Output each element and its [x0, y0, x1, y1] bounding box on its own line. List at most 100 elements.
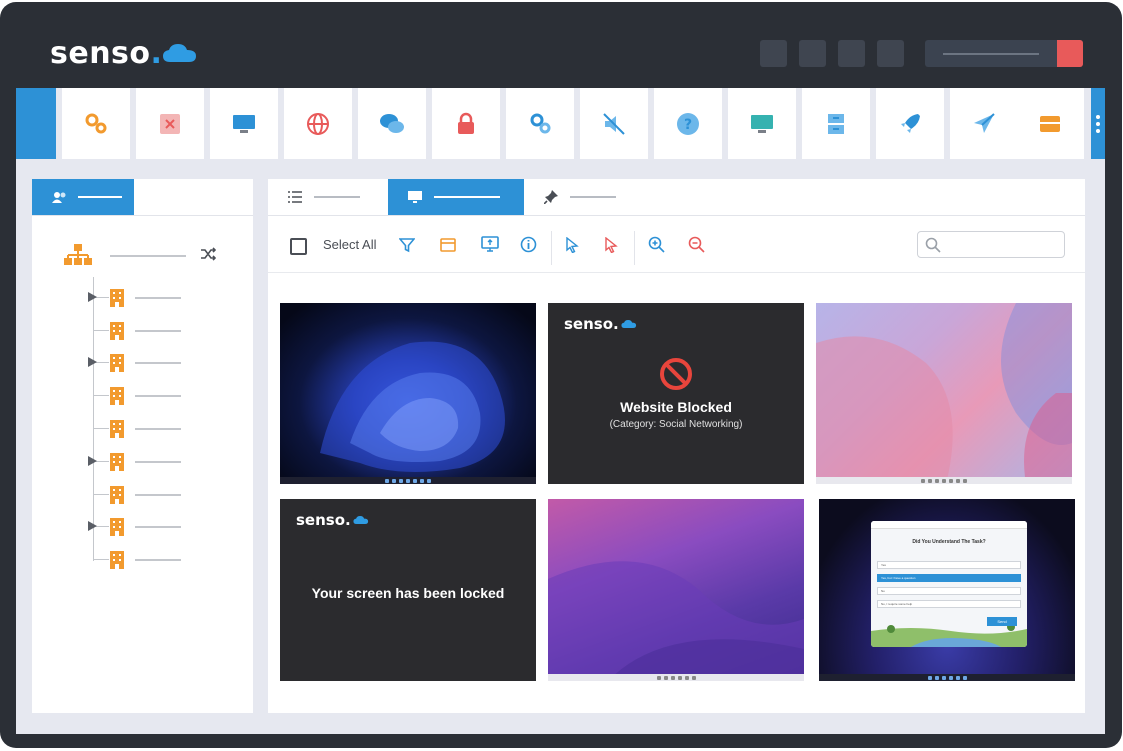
student-screen-thumbnail[interactable]	[816, 303, 1072, 484]
blocked-subtitle: (Category: Social Networking)	[609, 419, 743, 430]
wallpaper-waves	[816, 303, 1072, 484]
tree-item[interactable]	[93, 419, 223, 439]
tool-card[interactable]	[1016, 88, 1084, 159]
tool-chat[interactable]	[358, 88, 426, 159]
header-user-placeholder	[943, 53, 1039, 55]
tree-item[interactable]	[93, 550, 223, 570]
expand-arrow-icon[interactable]	[88, 292, 97, 302]
filter-icon[interactable]	[399, 237, 415, 253]
group-tree-panel	[32, 179, 253, 713]
gears-icon	[85, 113, 107, 133]
root-label	[110, 255, 186, 257]
close-square-icon	[160, 113, 180, 134]
tool-web[interactable]	[284, 88, 352, 159]
quiz-option: No, I require some help	[877, 600, 1021, 608]
zoom-out-icon[interactable]	[688, 236, 705, 253]
header-button-2[interactable]	[799, 40, 826, 67]
taskbar	[816, 477, 1072, 484]
tool-mute[interactable]	[580, 88, 648, 159]
building-icon	[110, 551, 124, 569]
thumb-logo: senso.	[564, 315, 637, 333]
tool-rocket[interactable]	[876, 88, 944, 159]
pin-icon	[544, 190, 558, 204]
dialog-titlebar	[871, 521, 1027, 529]
users-icon	[52, 192, 66, 203]
cursor-red-icon[interactable]	[604, 237, 618, 253]
header-button-1[interactable]	[760, 40, 787, 67]
quiz-screen-thumbnail[interactable]: Did You Understand The Task? Yes Yes, bu…	[819, 499, 1075, 681]
tool-send[interactable]	[950, 88, 1018, 159]
tree-item[interactable]	[93, 386, 223, 406]
tree-item[interactable]	[88, 288, 223, 308]
search-icon	[925, 237, 941, 253]
settings-icon	[530, 113, 551, 133]
toolbar-separator	[634, 231, 635, 265]
card-icon	[1040, 115, 1060, 132]
quiz-option: Yes, but I have a question	[877, 574, 1021, 582]
globe-icon	[307, 112, 329, 135]
shuffle-icon[interactable]	[200, 247, 216, 261]
header-button-4[interactable]	[877, 40, 904, 67]
building-icon	[110, 420, 124, 438]
select-all-label[interactable]: Select All	[323, 237, 376, 252]
tree-item[interactable]	[88, 353, 223, 373]
expand-arrow-icon[interactable]	[88, 357, 97, 367]
help-icon: ?	[677, 112, 699, 135]
expand-arrow-icon[interactable]	[88, 456, 97, 466]
tab-list-view[interactable]	[268, 179, 388, 215]
student-screen-thumbnail[interactable]	[280, 303, 536, 484]
tree-item[interactable]	[93, 321, 223, 341]
toolbar-divider	[268, 272, 1085, 273]
tool-screen[interactable]	[728, 88, 796, 159]
student-screen-thumbnail[interactable]	[548, 499, 804, 681]
logo-text: senso	[50, 35, 151, 71]
tool-help[interactable]: ?	[654, 88, 722, 159]
tool-gears[interactable]	[62, 88, 130, 159]
select-all-checkbox[interactable]	[290, 231, 307, 261]
search-input[interactable]	[917, 231, 1065, 258]
blocked-icon	[660, 358, 692, 390]
screen-share-icon[interactable]	[481, 236, 499, 253]
header-button-3[interactable]	[838, 40, 865, 67]
tab-thumbnail-view[interactable]	[388, 179, 524, 215]
taskbar	[819, 674, 1075, 681]
tree-item[interactable]	[93, 485, 223, 505]
svg-text:?: ?	[684, 117, 692, 133]
cloud-icon	[353, 516, 368, 524]
tab-tools[interactable]	[524, 179, 644, 215]
blocked-screen-thumbnail[interactable]: senso. Website Blocked (Category: Social…	[548, 303, 804, 484]
logout-button[interactable]	[1057, 40, 1083, 67]
taskbar	[280, 477, 536, 484]
monitor-icon	[233, 114, 255, 133]
tree-item[interactable]	[88, 452, 223, 472]
mute-icon	[603, 112, 625, 135]
senso-logo: senso.	[50, 35, 198, 71]
zoom-in-icon[interactable]	[648, 236, 665, 253]
tree-item[interactable]	[88, 517, 223, 537]
header-user-bar[interactable]	[925, 40, 1083, 67]
device-frame: senso. ? Select All senso. Website Block…	[0, 0, 1123, 751]
tool-close[interactable]	[136, 88, 204, 159]
ribbon-more-button[interactable]	[1091, 88, 1105, 159]
info-icon[interactable]	[520, 236, 537, 253]
tab-list-label	[314, 196, 360, 198]
locked-screen-thumbnail[interactable]: senso. Your screen has been locked	[280, 499, 536, 681]
cloud-icon	[162, 44, 196, 62]
monitor-icon	[408, 191, 422, 203]
cursor-blue-icon[interactable]	[565, 237, 579, 253]
quiz-option: No	[877, 587, 1021, 595]
browser-window-icon[interactable]	[440, 237, 456, 253]
cloud-icon	[621, 320, 636, 328]
ribbon-accent	[16, 88, 56, 159]
app-screen: ? Select All senso. Website Blocked (Cat…	[16, 88, 1105, 734]
screen-icon	[751, 114, 773, 133]
groups-tab[interactable]	[32, 179, 134, 215]
tool-lock[interactable]	[432, 88, 500, 159]
tab-divider	[268, 215, 1085, 216]
tool-monitor[interactable]	[210, 88, 278, 159]
tool-settings[interactable]	[506, 88, 574, 159]
building-icon	[110, 322, 124, 340]
expand-arrow-icon[interactable]	[88, 521, 97, 531]
tool-archive[interactable]	[802, 88, 870, 159]
taskbar	[548, 674, 804, 681]
